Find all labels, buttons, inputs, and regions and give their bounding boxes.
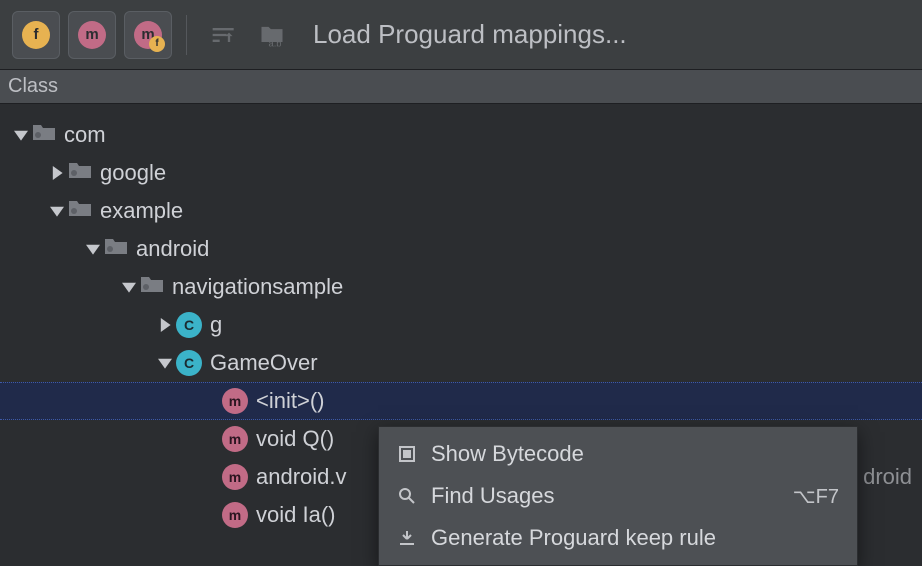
- svg-text:a.b: a.b: [269, 38, 282, 48]
- menu-item-shortcut: ⌥F7: [793, 484, 839, 509]
- tree-row-google[interactable]: google: [0, 154, 922, 192]
- chevron-right-icon[interactable]: [46, 166, 68, 180]
- tree-row-class-g[interactable]: C g: [0, 306, 922, 344]
- folder-icon: [32, 122, 64, 148]
- toolbar: f m m f a.b Load Proguard mappings...: [0, 0, 922, 70]
- tree-label: GameOver: [210, 350, 318, 376]
- chevron-down-icon[interactable]: [46, 204, 68, 218]
- class-icon: C: [176, 350, 202, 376]
- column-header-class: Class: [8, 75, 58, 98]
- tree-label: <init>(): [256, 388, 324, 414]
- sort-icon: [208, 21, 236, 49]
- tree-row-class-gameover[interactable]: C GameOver: [0, 344, 922, 382]
- method-icon: m: [222, 502, 248, 528]
- tree-label: navigationsample: [172, 274, 343, 300]
- tree-row-method-init[interactable]: m <init>(): [0, 382, 922, 420]
- tree-label: void Q(): [256, 426, 334, 452]
- folder-icon: [140, 274, 172, 300]
- toolbar-button-methods-fields[interactable]: m f: [124, 11, 172, 59]
- column-header: Class: [0, 70, 922, 104]
- method-icon: m: [222, 464, 248, 490]
- field-icon: f: [22, 21, 50, 49]
- tree-label: example: [100, 198, 183, 224]
- menu-item-label: Show Bytecode: [431, 441, 584, 467]
- chevron-down-icon[interactable]: [10, 128, 32, 142]
- menu-item-label: Find Usages: [431, 483, 555, 509]
- toolbar-separator: [186, 15, 187, 55]
- toolbar-button-sort[interactable]: [201, 14, 243, 56]
- tree-label-trail: droid: [863, 464, 912, 490]
- tree-label: android.v: [256, 464, 347, 490]
- folder-icon: [68, 160, 100, 186]
- method-icon: m: [78, 21, 106, 49]
- class-icon: C: [176, 312, 202, 338]
- menu-item-label: Generate Proguard keep rule: [431, 525, 716, 551]
- folder-ab-icon: a.b: [258, 21, 286, 49]
- tree-label: void Ia(): [256, 502, 335, 528]
- folder-icon: [104, 236, 136, 262]
- menu-item-generate-keep-rule[interactable]: Generate Proguard keep rule: [379, 517, 857, 559]
- chevron-down-icon[interactable]: [118, 280, 140, 294]
- menu-item-show-bytecode[interactable]: Show Bytecode: [379, 433, 857, 475]
- tree-label: android: [136, 236, 209, 262]
- toolbar-button-mapping[interactable]: a.b: [251, 14, 293, 56]
- toolbar-load-mappings-label[interactable]: Load Proguard mappings...: [313, 19, 627, 50]
- toolbar-button-methods[interactable]: m: [68, 11, 116, 59]
- tree-label: com: [64, 122, 106, 148]
- field-overlay-icon: f: [149, 36, 165, 52]
- tree-label: g: [210, 312, 222, 338]
- chevron-down-icon[interactable]: [154, 356, 176, 370]
- bytecode-icon: [397, 445, 417, 463]
- tree-row-navigationsample[interactable]: navigationsample: [0, 268, 922, 306]
- tree-label: google: [100, 160, 166, 186]
- menu-item-find-usages[interactable]: Find Usages ⌥F7: [379, 475, 857, 517]
- tree-row-example[interactable]: example: [0, 192, 922, 230]
- method-icon: m: [222, 388, 248, 414]
- toolbar-button-fields[interactable]: f: [12, 11, 60, 59]
- chevron-down-icon[interactable]: [82, 242, 104, 256]
- folder-icon: [68, 198, 100, 224]
- tree-row-android[interactable]: android: [0, 230, 922, 268]
- tree-row-com[interactable]: com: [0, 116, 922, 154]
- method-icon: m: [222, 426, 248, 452]
- chevron-right-icon[interactable]: [154, 318, 176, 332]
- search-icon: [397, 487, 417, 505]
- download-icon: [397, 529, 417, 547]
- context-menu: Show Bytecode Find Usages ⌥F7 Generate P…: [378, 426, 858, 566]
